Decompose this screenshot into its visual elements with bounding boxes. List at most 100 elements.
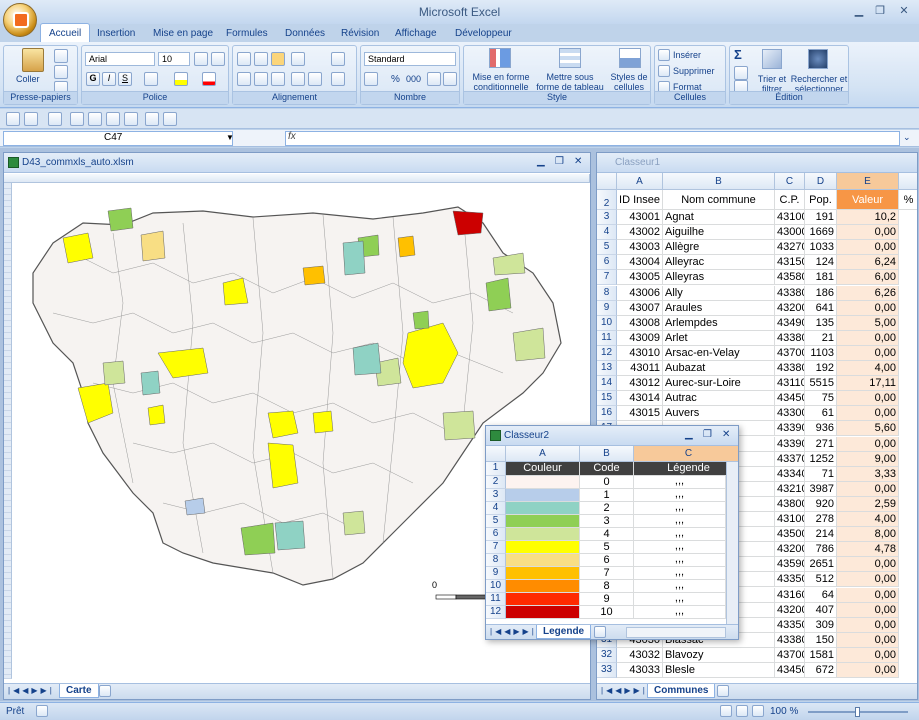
decrease-indent-icon[interactable] <box>291 72 305 86</box>
customize-qat-icon[interactable] <box>163 112 177 126</box>
table-cell[interactable]: 6,00 <box>837 270 899 286</box>
table-cell[interactable]: Alleyras <box>663 270 775 286</box>
table-cell[interactable]: 43006 <box>617 285 663 301</box>
table-cell[interactable]: 0,00 <box>837 436 899 452</box>
header-cell[interactable]: ID Insee <box>617 190 663 210</box>
table-cell[interactable]: 0,00 <box>837 225 899 241</box>
legend-header-cell[interactable]: Couleur <box>506 462 580 476</box>
column-header[interactable] <box>899 173 917 190</box>
conditional-format-icon[interactable] <box>489 48 511 68</box>
table-cell[interactable]: 43200 <box>775 542 805 558</box>
horizontal-scrollbar[interactable] <box>626 627 726 638</box>
restore-icon[interactable]: ❐ <box>872 4 888 18</box>
insert-button[interactable]: Insérer <box>673 50 701 60</box>
column-header[interactable]: B <box>580 446 634 462</box>
table-cell[interactable]: 786 <box>805 542 837 558</box>
table-cell[interactable]: 271 <box>805 436 837 452</box>
wrap-text-icon[interactable] <box>331 52 345 66</box>
minimize-icon[interactable]: ▁ <box>851 4 867 18</box>
tab-insertion[interactable]: Insertion <box>89 26 143 42</box>
table-cell[interactable]: 3987 <box>805 481 837 497</box>
table-cell[interactable]: 278 <box>805 512 837 528</box>
legend-color-swatch[interactable] <box>506 502 580 515</box>
table-cell[interactable]: 43580 <box>775 270 805 286</box>
legend-text-cell[interactable]: ,,, <box>634 515 726 528</box>
table-cell[interactable]: 43007 <box>617 300 663 316</box>
table-cell[interactable]: Alleyrac <box>663 255 775 271</box>
table-cell[interactable]: 43150 <box>775 255 805 271</box>
table-cell[interactable]: Autrac <box>663 391 775 407</box>
table-cell[interactable]: 43300 <box>775 406 805 422</box>
table-cell[interactable]: 43200 <box>775 300 805 316</box>
shrink-font-icon[interactable] <box>211 52 225 66</box>
cut-icon[interactable] <box>54 49 68 63</box>
table-cell[interactable]: 5,60 <box>837 421 899 437</box>
table-cell[interactable]: 9,00 <box>837 451 899 467</box>
table-cell[interactable]: Arlempdes <box>663 315 775 331</box>
header-cell[interactable]: Nom commune <box>663 190 775 210</box>
fill-color-icon[interactable] <box>174 72 188 86</box>
table-cell[interactable]: 43380 <box>775 361 805 377</box>
paste-button[interactable]: Coller <box>16 74 40 84</box>
table-cell[interactable]: 17,11 <box>837 376 899 392</box>
table-cell[interactable]: 43800 <box>775 496 805 512</box>
table-cell[interactable]: 64 <box>805 587 837 603</box>
legend-color-swatch[interactable] <box>506 606 580 619</box>
align-top-icon[interactable] <box>237 52 251 66</box>
legend-color-swatch[interactable] <box>506 541 580 554</box>
table-cell[interactable]: 43032 <box>617 647 663 663</box>
table-cell[interactable]: 0,00 <box>837 663 899 679</box>
underline-icon[interactable]: S <box>118 72 132 86</box>
table-cell[interactable]: Agnat <box>663 210 775 226</box>
table-cell[interactable]: Ally <box>663 285 775 301</box>
table-cell[interactable]: 43700 <box>775 647 805 663</box>
table-cell[interactable]: 0,00 <box>837 300 899 316</box>
table-cell[interactable]: 0,00 <box>837 330 899 346</box>
table-cell[interactable]: 0,00 <box>837 572 899 588</box>
table-cell[interactable]: 192 <box>805 361 837 377</box>
column-header[interactable]: C <box>634 446 738 462</box>
column-header[interactable]: C <box>775 173 805 190</box>
table-cell[interactable]: 1669 <box>805 225 837 241</box>
legend-text-cell[interactable]: ,,, <box>634 502 726 515</box>
table-cell[interactable]: 2,59 <box>837 496 899 512</box>
autosum-button[interactable]: Σ <box>734 47 742 62</box>
table-cell[interactable]: 672 <box>805 663 837 679</box>
table-cell[interactable]: 407 <box>805 602 837 618</box>
expand-formula-icon[interactable]: ⌄ <box>903 132 911 143</box>
align-left-icon[interactable] <box>237 72 251 86</box>
print-preview-icon[interactable] <box>70 112 84 126</box>
table-cell[interactable]: 181 <box>805 270 837 286</box>
table-format-button[interactable]: Mettre sous forme de tableau <box>534 72 606 92</box>
borders-icon[interactable] <box>144 72 158 86</box>
table-cell[interactable]: 43450 <box>775 391 805 407</box>
thousands-button[interactable]: 000 <box>406 74 421 84</box>
table-cell[interactable]: 0,00 <box>837 345 899 361</box>
table-cell[interactable]: 0,00 <box>837 240 899 256</box>
column-header[interactable]: A <box>506 446 580 462</box>
table-cell[interactable]: 0,00 <box>837 481 899 497</box>
page-break-icon[interactable] <box>752 705 764 717</box>
legend-color-swatch[interactable] <box>506 554 580 567</box>
sort-asc-icon[interactable] <box>124 112 138 126</box>
italic-icon[interactable]: I <box>102 72 116 86</box>
tab-formules[interactable]: Formules <box>218 26 276 42</box>
table-cell[interactable]: 43033 <box>617 663 663 679</box>
table-cell[interactable]: 0,00 <box>837 632 899 648</box>
table-cell[interactable]: Aubazat <box>663 361 775 377</box>
table-cell[interactable]: 43210 <box>775 481 805 497</box>
find-icon[interactable] <box>808 49 828 69</box>
percent-button[interactable]: % <box>391 74 400 85</box>
cell-styles-icon[interactable] <box>619 48 641 68</box>
chevron-down-icon[interactable]: ▼ <box>226 133 234 142</box>
legend-text-cell[interactable]: ,,, <box>634 593 726 606</box>
column-header[interactable]: A <box>617 173 663 190</box>
table-cell[interactable]: Allègre <box>663 240 775 256</box>
merge-cells-icon[interactable] <box>331 72 345 86</box>
table-cell[interactable]: 10,2 <box>837 210 899 226</box>
table-cell[interactable]: 43003 <box>617 240 663 256</box>
table-cell[interactable]: 43100 <box>775 210 805 226</box>
cell-styles-button[interactable]: Styles de cellules <box>608 72 650 92</box>
legend-code-cell[interactable]: 8 <box>580 580 634 593</box>
delete-button[interactable]: Supprimer <box>673 66 715 76</box>
